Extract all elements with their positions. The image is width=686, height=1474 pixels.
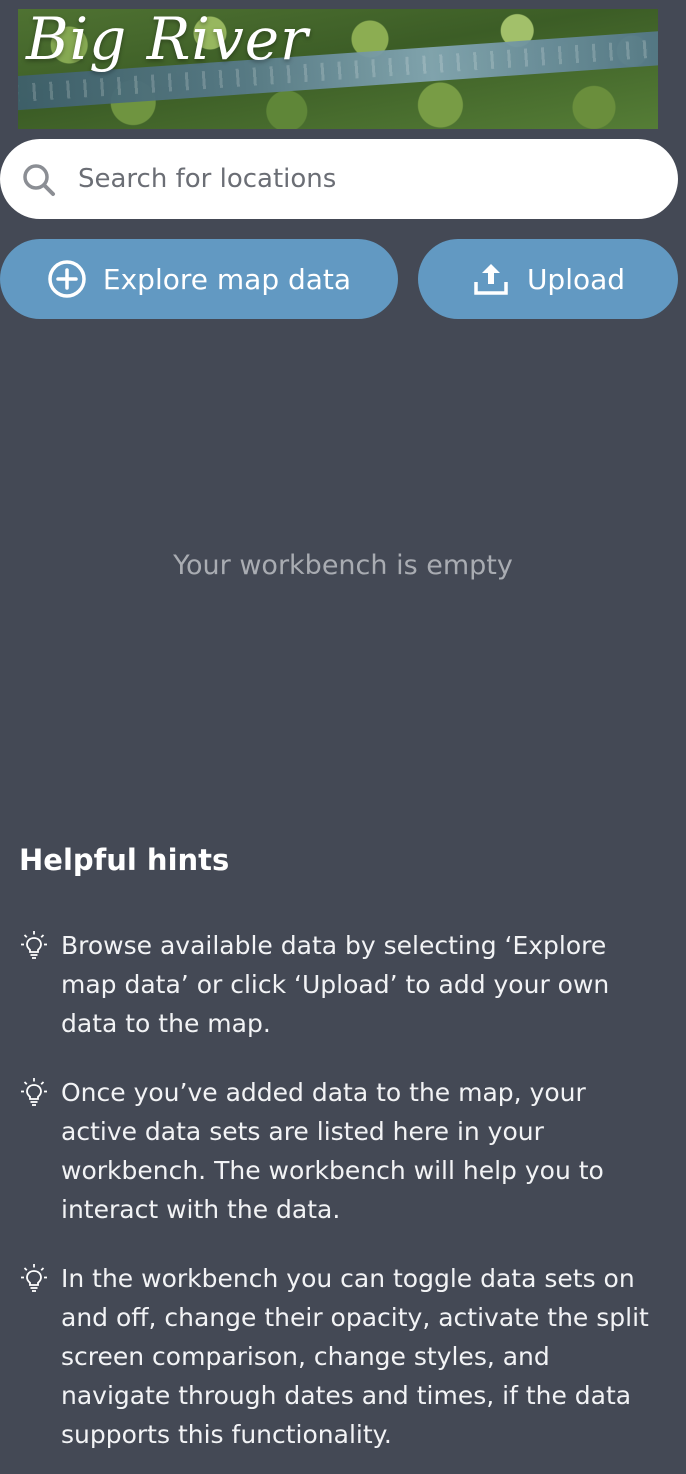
plus-circle-icon bbox=[47, 259, 87, 299]
lightbulb-icon bbox=[20, 930, 48, 960]
hint-text: Browse available data by selecting ‘Expl… bbox=[61, 931, 610, 1038]
upload-button[interactable]: Upload bbox=[418, 239, 678, 319]
app-title: Big River bbox=[26, 9, 309, 73]
location-search-bar[interactable] bbox=[0, 139, 678, 219]
workbench-empty-message: Your workbench is empty bbox=[173, 550, 513, 581]
lightbulb-icon bbox=[20, 1263, 48, 1293]
explore-button-label: Explore map data bbox=[102, 262, 352, 296]
hint-text: Once you’ve added data to the map, your … bbox=[61, 1078, 604, 1224]
hint-text: In the workbench you can toggle data set… bbox=[61, 1264, 649, 1449]
search-input[interactable] bbox=[78, 139, 658, 219]
hint-item: Browse available data by selecting ‘Expl… bbox=[20, 926, 665, 1043]
explore-map-data-button[interactable]: Explore map data bbox=[0, 239, 398, 319]
search-icon bbox=[22, 163, 56, 197]
lightbulb-icon bbox=[20, 1077, 48, 1107]
hint-item: In the workbench you can toggle data set… bbox=[20, 1259, 665, 1454]
helpful-hints-heading: Helpful hints bbox=[19, 843, 230, 877]
upload-button-label: Upload bbox=[526, 262, 626, 296]
hint-item: Once you’ve added data to the map, your … bbox=[20, 1073, 665, 1229]
app-banner: Big River bbox=[18, 9, 658, 129]
upload-icon bbox=[471, 259, 511, 299]
